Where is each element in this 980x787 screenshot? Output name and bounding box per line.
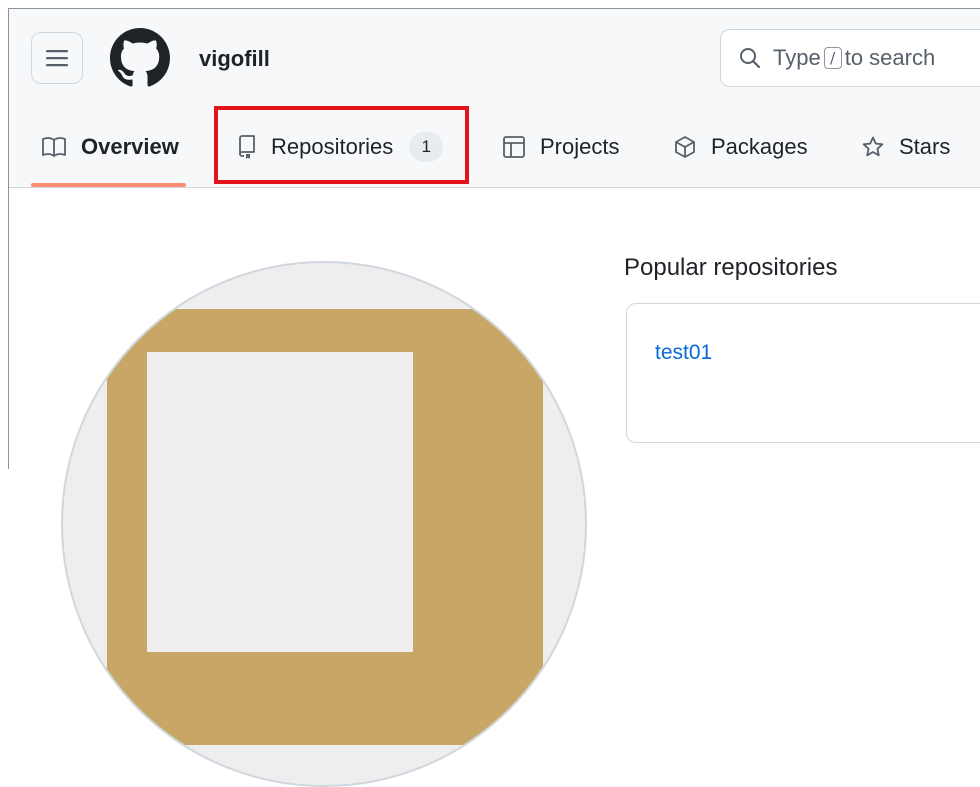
- tab-stars[interactable]: Stars: [861, 109, 950, 185]
- profile-tabs: Overview Repositories 1 Projects Package…: [9, 109, 980, 187]
- package-icon: [675, 136, 695, 158]
- popular-repositories-heading: Popular repositories: [624, 254, 838, 281]
- search-placeholder-suffix: to search: [844, 45, 936, 70]
- tab-projects[interactable]: Projects: [502, 109, 619, 185]
- search-input[interactable]: Type / to search: [720, 29, 980, 87]
- menu-button[interactable]: [31, 32, 83, 84]
- hamburger-icon: [46, 50, 68, 67]
- book-icon: [42, 137, 66, 157]
- github-profile-window: vigofill Type / to search Overview Repos…: [8, 8, 980, 787]
- tab-packages[interactable]: Packages: [673, 109, 808, 185]
- repositories-tab-highlight-box: [214, 106, 469, 184]
- profile-username[interactable]: vigofill: [199, 45, 270, 73]
- tab-projects-label: Projects: [540, 134, 620, 159]
- avatar-identicon-inner: [147, 352, 413, 652]
- tab-overview[interactable]: Overview: [41, 109, 179, 185]
- search-icon: [740, 48, 761, 69]
- repo-link[interactable]: test01: [655, 341, 712, 365]
- search-shortcut-key: /: [823, 47, 842, 69]
- pinned-repo-card: test01: [626, 303, 980, 443]
- github-logo-icon[interactable]: [110, 28, 170, 88]
- profile-avatar[interactable]: [61, 261, 587, 787]
- tab-stars-label: Stars: [899, 134, 951, 159]
- table-icon: [503, 136, 525, 158]
- search-placeholder-prefix: Type: [773, 45, 821, 70]
- profile-header: vigofill Type / to search Overview Repos…: [9, 9, 980, 188]
- tab-overview-label: Overview: [81, 134, 179, 159]
- active-tab-indicator: [31, 183, 186, 187]
- tab-packages-label: Packages: [711, 134, 808, 159]
- star-icon: [862, 136, 884, 157]
